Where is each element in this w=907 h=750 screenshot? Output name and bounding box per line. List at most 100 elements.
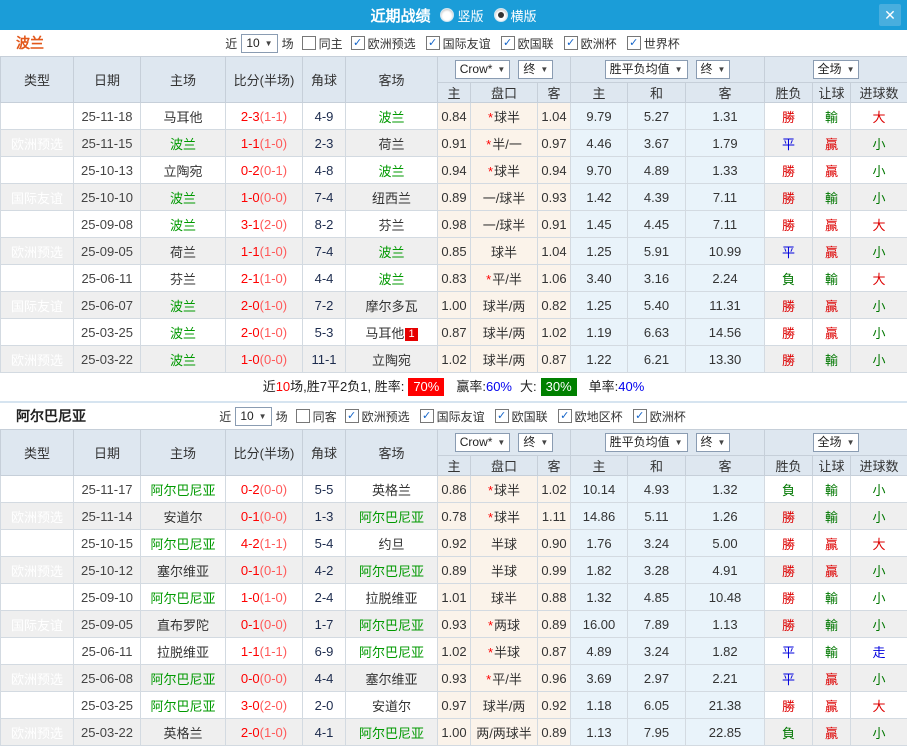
- home-team-cell[interactable]: 直布罗陀: [140, 610, 226, 638]
- away-team-name[interactable]: 立陶宛: [372, 353, 411, 368]
- competition-checkbox[interactable]: ✓: [626, 36, 641, 50]
- competition-checkbox[interactable]: ✓: [350, 36, 365, 50]
- home-team-name[interactable]: 波兰: [170, 191, 196, 206]
- competition-checkbox[interactable]: ✓: [494, 409, 509, 423]
- competition-checkbox[interactable]: ✓: [563, 36, 578, 50]
- away-team-cell[interactable]: 塞尔维亚: [345, 664, 438, 692]
- home-team-cell[interactable]: 波兰: [140, 183, 226, 211]
- home-team-cell[interactable]: 波兰: [140, 345, 226, 373]
- competition-checkbox[interactable]: ✓: [557, 409, 572, 423]
- away-team-cell[interactable]: 阿尔巴尼亚: [345, 637, 438, 665]
- away-team-name[interactable]: 英格兰: [372, 483, 411, 498]
- away-team-cell[interactable]: 安道尔: [345, 691, 438, 719]
- away-team-cell[interactable]: 芬兰: [345, 210, 438, 238]
- away-team-cell[interactable]: 阿尔巴尼亚: [345, 502, 438, 530]
- home-team-cell[interactable]: 阿尔巴尼亚: [140, 475, 226, 503]
- home-team-cell[interactable]: 波兰: [140, 129, 226, 157]
- away-team-cell[interactable]: 英格兰: [345, 475, 438, 503]
- home-team-name[interactable]: 塞尔维亚: [157, 564, 209, 579]
- away-team-cell[interactable]: 摩尔多瓦: [345, 291, 438, 319]
- radio-vertical-label[interactable]: 竖版: [457, 6, 483, 25]
- away-team-cell[interactable]: 阿尔巴尼亚: [345, 718, 438, 746]
- home-team-name[interactable]: 马耳他: [163, 110, 202, 125]
- avg-time-select[interactable]: 终 ▼: [695, 60, 731, 79]
- avg-odds-select[interactable]: 胜平负均值 ▼: [604, 433, 688, 452]
- away-team-cell[interactable]: 荷兰: [345, 129, 438, 157]
- competition-checkbox[interactable]: ✓: [500, 36, 515, 50]
- away-team-name[interactable]: 摩尔多瓦: [365, 299, 417, 314]
- radio-horizontal-icon[interactable]: [493, 8, 508, 22]
- home-team-name[interactable]: 阿尔巴尼亚: [150, 591, 215, 606]
- away-team-name[interactable]: 马耳他: [365, 326, 404, 341]
- home-team-name[interactable]: 安道尔: [163, 510, 202, 525]
- competition-checkbox[interactable]: ✓: [419, 409, 434, 423]
- odds-time-select[interactable]: 终 ▼: [518, 433, 554, 452]
- away-team-cell[interactable]: 阿尔巴尼亚: [345, 556, 438, 584]
- home-team-name[interactable]: 波兰: [170, 353, 196, 368]
- home-team-cell[interactable]: 阿尔巴尼亚: [140, 583, 226, 611]
- radio-vertical[interactable]: 竖版: [440, 6, 484, 25]
- away-team-name[interactable]: 阿尔巴尼亚: [359, 510, 424, 525]
- away-team-name[interactable]: 塞尔维亚: [365, 672, 417, 687]
- home-team-name[interactable]: 直布罗陀: [157, 618, 209, 633]
- away-team-name[interactable]: 拉脱维亚: [365, 591, 417, 606]
- home-team-cell[interactable]: 立陶宛: [140, 156, 226, 184]
- away-team-cell[interactable]: 立陶宛: [345, 345, 438, 373]
- away-team-cell[interactable]: 波兰: [345, 156, 438, 184]
- away-team-name[interactable]: 波兰: [378, 110, 404, 125]
- away-team-name[interactable]: 阿尔巴尼亚: [359, 618, 424, 633]
- period-select[interactable]: 全场 ▼: [812, 433, 860, 452]
- home-team-cell[interactable]: 波兰: [140, 318, 226, 346]
- home-team-cell[interactable]: 芬兰: [140, 264, 226, 292]
- away-team-cell[interactable]: 约旦: [345, 529, 438, 557]
- avg-odds-select[interactable]: 胜平负均值 ▼: [604, 60, 688, 79]
- home-team-cell[interactable]: 塞尔维亚: [140, 556, 226, 584]
- away-team-cell[interactable]: 波兰: [345, 102, 438, 130]
- away-team-name[interactable]: 波兰: [378, 272, 404, 287]
- competition-checkbox[interactable]: ✓: [425, 36, 440, 50]
- home-team-cell[interactable]: 安道尔: [140, 502, 226, 530]
- away-team-name[interactable]: 阿尔巴尼亚: [359, 564, 424, 579]
- home-team-cell[interactable]: 波兰: [140, 210, 226, 238]
- home-team-name[interactable]: 阿尔巴尼亚: [150, 699, 215, 714]
- period-select[interactable]: 全场 ▼: [812, 60, 860, 79]
- radio-horizontal[interactable]: 横版: [493, 6, 537, 25]
- close-button[interactable]: ✕: [879, 4, 901, 26]
- match-count-select[interactable]: 10 ▼: [241, 33, 278, 53]
- home-team-cell[interactable]: 阿尔巴尼亚: [140, 664, 226, 692]
- same-venue-checkbox[interactable]: [295, 409, 310, 423]
- away-team-cell[interactable]: 阿尔巴尼亚: [345, 610, 438, 638]
- away-team-name[interactable]: 约旦: [378, 537, 404, 552]
- home-team-name[interactable]: 阿尔巴尼亚: [150, 672, 215, 687]
- match-count-select[interactable]: 10 ▼: [235, 406, 272, 426]
- home-team-name[interactable]: 阿尔巴尼亚: [150, 537, 215, 552]
- home-team-name[interactable]: 波兰: [170, 326, 196, 341]
- away-team-cell[interactable]: 波兰: [345, 237, 438, 265]
- odds-time-select[interactable]: 终 ▼: [518, 60, 554, 79]
- competition-checkbox[interactable]: ✓: [632, 409, 647, 423]
- home-team-name[interactable]: 立陶宛: [163, 164, 202, 179]
- home-team-name[interactable]: 芬兰: [170, 272, 196, 287]
- radio-vertical-icon[interactable]: [440, 8, 455, 22]
- avg-time-select[interactable]: 终 ▼: [695, 433, 731, 452]
- home-team-name[interactable]: 英格兰: [163, 726, 202, 741]
- home-team-name[interactable]: 波兰: [170, 137, 196, 152]
- away-team-name[interactable]: 芬兰: [378, 218, 404, 233]
- competition-checkbox[interactable]: ✓: [344, 409, 359, 423]
- home-team-name[interactable]: 拉脱维亚: [157, 645, 209, 660]
- home-team-cell[interactable]: 阿尔巴尼亚: [140, 691, 226, 719]
- home-team-cell[interactable]: 波兰: [140, 291, 226, 319]
- radio-horizontal-label[interactable]: 横版: [511, 6, 537, 25]
- home-team-name[interactable]: 波兰: [170, 218, 196, 233]
- home-team-name[interactable]: 波兰: [170, 299, 196, 314]
- away-team-name[interactable]: 波兰: [378, 164, 404, 179]
- away-team-name[interactable]: 阿尔巴尼亚: [359, 645, 424, 660]
- home-team-cell[interactable]: 马耳他: [140, 102, 226, 130]
- home-team-cell[interactable]: 荷兰: [140, 237, 226, 265]
- home-team-name[interactable]: 荷兰: [170, 245, 196, 260]
- home-team-cell[interactable]: 拉脱维亚: [140, 637, 226, 665]
- away-team-cell[interactable]: 马耳他 1: [345, 318, 438, 346]
- away-team-name[interactable]: 安道尔: [372, 699, 411, 714]
- away-team-cell[interactable]: 波兰: [345, 264, 438, 292]
- away-team-name[interactable]: 荷兰: [378, 137, 404, 152]
